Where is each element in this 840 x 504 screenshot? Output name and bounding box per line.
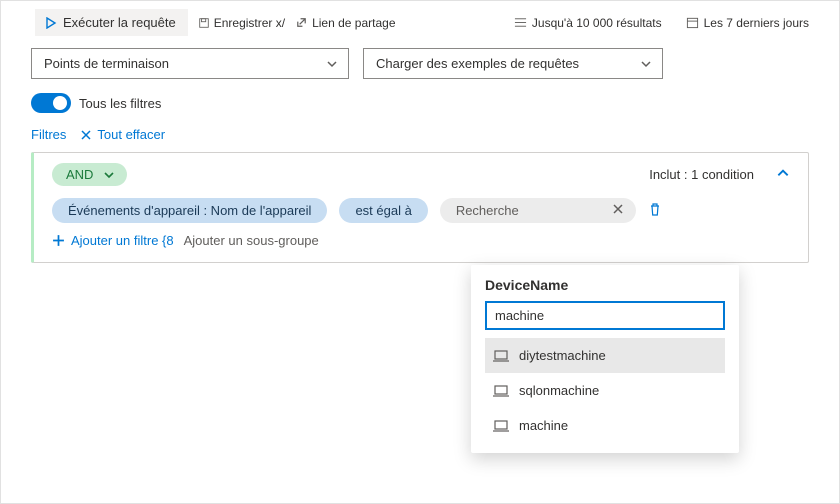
- save-link[interactable]: Enregistrer x/: [198, 16, 285, 30]
- chevron-down-icon: [103, 169, 115, 181]
- suggestion-item[interactable]: diytestmachine: [485, 338, 725, 373]
- dropdown-row: Points de terminaison Charger des exempl…: [1, 42, 839, 83]
- trash-icon: [648, 202, 662, 217]
- toggle-row: Tous les filtres: [1, 83, 839, 119]
- save-icon: [198, 17, 210, 29]
- chevron-up-icon: [776, 166, 790, 180]
- calendar-icon: [686, 16, 699, 29]
- clear-value-button[interactable]: [610, 203, 626, 218]
- autocomplete-popup: DeviceName diytestmachine sqlonmachine m…: [471, 265, 739, 453]
- operator-selector[interactable]: AND: [52, 163, 127, 186]
- load-examples-dropdown[interactable]: Charger des exemples de requêtes: [363, 48, 663, 79]
- condition-summary: Inclut : 1 condition: [649, 167, 754, 182]
- device-icon: [493, 420, 509, 432]
- close-icon: [80, 129, 92, 141]
- builder-header: AND Inclut : 1 condition: [52, 163, 790, 186]
- endpoints-dropdown[interactable]: Points de terminaison: [31, 48, 349, 79]
- share-icon: [295, 16, 308, 29]
- list-icon: [514, 17, 527, 28]
- suggestion-item[interactable]: sqlonmachine: [485, 373, 725, 408]
- results-limit-dropdown[interactable]: Jusqu'à 10 000 résultats: [514, 16, 662, 30]
- close-icon: [612, 203, 624, 215]
- filter-builder: AND Inclut : 1 condition Événements d'ap…: [31, 152, 809, 263]
- field-pill[interactable]: Événements d'appareil : Nom de l'apparei…: [52, 198, 327, 223]
- run-query-button[interactable]: Exécuter la requête: [35, 9, 188, 36]
- chevron-down-icon: [326, 58, 338, 70]
- share-link[interactable]: Lien de partage: [295, 16, 395, 30]
- add-subgroup-button[interactable]: Ajouter un sous-groupe: [184, 233, 319, 248]
- add-row: Ajouter un filtre {8 Ajouter un sous-gro…: [52, 233, 790, 248]
- toolbar: Exécuter la requête Enregistrer x/ Lien …: [1, 1, 839, 42]
- chevron-down-icon: [640, 58, 652, 70]
- popup-title: DeviceName: [485, 277, 725, 293]
- value-search-pill[interactable]: Recherche: [440, 198, 636, 223]
- collapse-button[interactable]: [776, 166, 790, 183]
- run-query-label: Exécuter la requête: [63, 15, 176, 30]
- device-icon: [493, 350, 509, 362]
- condition-row: Événements d'appareil : Nom de l'apparei…: [52, 198, 790, 223]
- add-filter-button[interactable]: Ajouter un filtre {8: [52, 233, 174, 248]
- play-icon: [45, 17, 57, 29]
- all-filters-label: Tous les filtres: [79, 96, 161, 111]
- device-icon: [493, 385, 509, 397]
- suggestion-item[interactable]: machine: [485, 408, 725, 443]
- timerange-dropdown[interactable]: Les 7 derniers jours: [686, 16, 809, 30]
- popup-search-input[interactable]: [485, 301, 725, 330]
- clear-all-button[interactable]: Tout effacer: [80, 127, 165, 142]
- operator-pill[interactable]: est égal à: [339, 198, 427, 223]
- filters-link[interactable]: Filtres: [31, 127, 66, 142]
- delete-condition-button[interactable]: [648, 202, 662, 220]
- plus-icon: [52, 234, 65, 247]
- all-filters-toggle[interactable]: [31, 93, 71, 113]
- filters-bar: Filtres Tout effacer: [1, 119, 839, 152]
